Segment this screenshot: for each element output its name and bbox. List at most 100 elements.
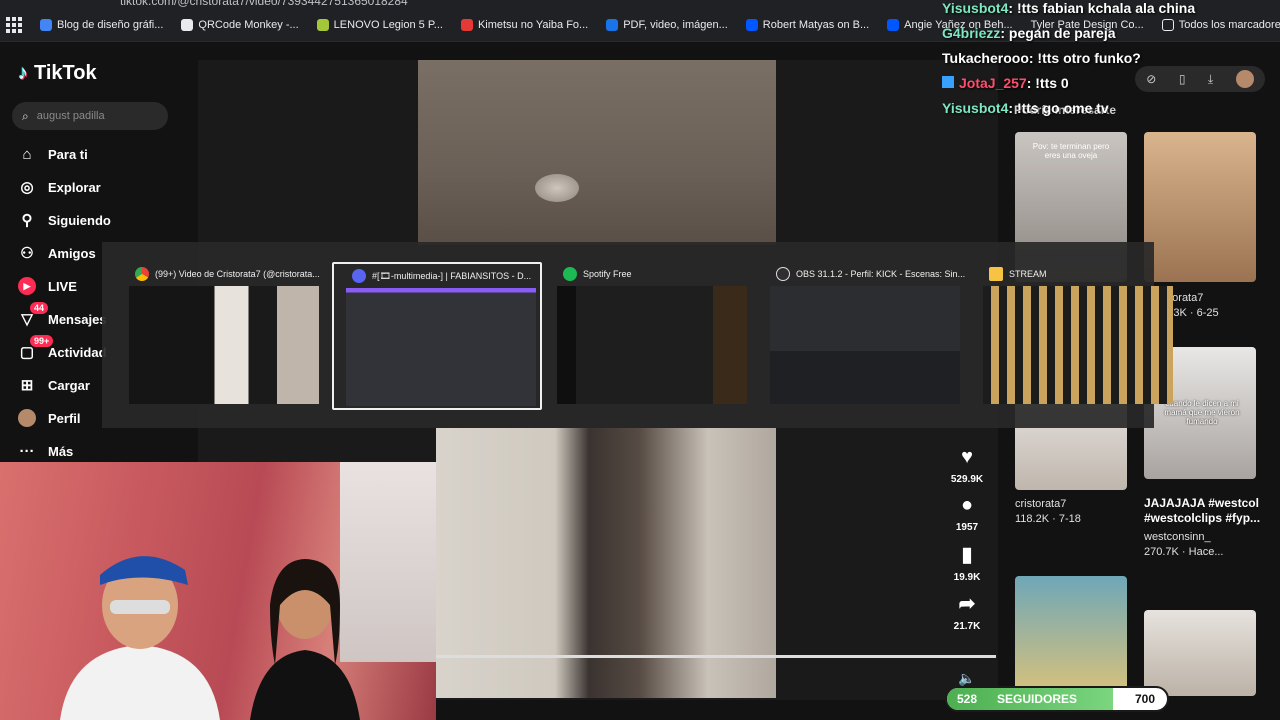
search-input[interactable]: ⌕ august padilla — [12, 102, 168, 130]
ceiling-light — [535, 174, 579, 202]
more-icon: ··· — [19, 442, 35, 460]
switcher-window-title: OBS 31.1.2 - Perfil: KICK - Escenas: Sin… — [776, 267, 965, 281]
bookmark-2[interactable]: LENOVO Legion 5 P... — [316, 18, 443, 31]
nav-mensajes[interactable]: ▽ 44 Mensajes — [18, 302, 107, 331]
comment-icon: ● — [960, 494, 974, 516]
nav-actividad[interactable]: ▢ 99+ Actividad — [18, 335, 107, 364]
discord-icon — [352, 269, 366, 283]
chat-message: Yisusbot4: !tts fabian kchala ala china — [942, 0, 1196, 16]
nav-cargar[interactable]: ⊞ Cargar — [18, 373, 90, 397]
nav-para-ti[interactable]: ⌂ Para ti — [18, 142, 87, 166]
bookmark-favicon-icon — [887, 18, 900, 31]
phone-icon[interactable]: ▯ — [1179, 72, 1186, 86]
friends-icon: ⚇ — [20, 245, 34, 262]
live-icon: ▶ — [18, 277, 36, 295]
thumb-stats: 270.7K · Hace... — [1144, 546, 1224, 558]
profile-avatar-icon[interactable] — [1235, 70, 1254, 88]
comment-button[interactable]: ● 1957 — [946, 494, 988, 533]
home-icon: ⌂ — [22, 145, 32, 163]
bookmark-favicon-icon — [316, 18, 329, 31]
thumb-title[interactable]: JAJAJAJA #westcol #westcolclips #fyp... — [1144, 496, 1274, 526]
chat-message: G4briezz: pegan de pareja — [942, 25, 1116, 41]
apps-grid-icon[interactable] — [6, 16, 22, 33]
switcher-window-title: (99+) Video de Cristorata7 (@cristorata.… — [135, 267, 320, 281]
switcher-window-title: #[🎞-multimedia-] | FABIANSITOS - D... — [352, 269, 531, 283]
tiktok-note-icon: ♪ — [18, 62, 28, 84]
follower-goal: 700 — [1134, 692, 1155, 706]
switcher-window-discord[interactable]: #[🎞-multimedia-] | FABIANSITOS - D... — [332, 262, 542, 410]
follower-label: SEGUIDORES — [997, 692, 1078, 706]
like-button[interactable]: ♥ 529.9K — [946, 446, 988, 485]
address-bar[interactable]: tiktok.com/@cristorata7/video/7393442751… — [120, 0, 540, 8]
video-progress-bar[interactable] — [436, 655, 996, 658]
upload-icon: ⊞ — [20, 377, 34, 394]
bookmark-button[interactable]: ▮ 19.9K — [946, 544, 988, 583]
thumb-overlay-text: Pov: te terminan pero eres una oveja — [1032, 142, 1110, 160]
guest-figure — [250, 559, 360, 720]
bookmark-0[interactable]: Blog de diseño gráfi... — [40, 18, 163, 31]
download-icon[interactable]: ⤓ — [1208, 72, 1213, 87]
switcher-window-spotify[interactable]: Spotify Free — [545, 262, 755, 410]
spotify-icon — [563, 267, 577, 281]
switcher-window-chrome[interactable]: (99+) Video de Cristorata7 (@cristorata.… — [117, 262, 327, 410]
heart-icon: ♥ — [961, 446, 973, 468]
switcher-window-stream-folder[interactable]: STREAM — [971, 262, 1181, 410]
chrome-icon — [135, 267, 149, 281]
activity-badge: 99+ — [30, 335, 54, 347]
switcher-window-title: Spotify Free — [563, 267, 632, 281]
bookmark-favicon-icon — [745, 18, 758, 31]
volume-icon[interactable]: 🔈 — [958, 670, 975, 687]
nav-live[interactable]: ▶ LIVE — [18, 274, 77, 298]
chat-message: Tukacherooo: !tts otro funko? — [942, 50, 1141, 66]
chat-message: Yisusbot4: !tts go ome tv — [942, 100, 1109, 116]
nav-mas[interactable]: ··· Más — [18, 439, 74, 463]
bookmark-icon: ▮ — [961, 544, 973, 566]
following-icon: ⚲ — [21, 212, 33, 229]
bookmark-3[interactable]: Kimetsu no Yaiba Fo... — [460, 18, 588, 31]
nav-amigos[interactable]: ⚇ Amigos — [18, 241, 95, 265]
switcher-window-obs[interactable]: OBS 31.1.2 - Perfil: KICK - Escenas: Sin… — [758, 262, 968, 410]
search-icon: ⌕ — [22, 108, 29, 123]
window-thumbnail — [129, 286, 319, 404]
folder-icon — [1161, 18, 1174, 31]
window-thumbnail — [983, 286, 1173, 404]
thumb-stats: 118.2K · 7-18 — [1015, 513, 1081, 525]
recommended-thumb-5[interactable] — [1144, 610, 1256, 696]
folder-icon — [989, 267, 1003, 281]
bookmark-1[interactable]: QRCode Monkey -... — [181, 18, 299, 31]
nav-explorar[interactable]: ◎ Explorar — [18, 175, 100, 199]
bookmark-favicon-icon — [181, 18, 194, 31]
messages-badge: 44 — [30, 302, 49, 314]
switcher-window-title: STREAM — [989, 267, 1047, 281]
activity-icon: ▢ 99+ — [18, 335, 54, 361]
tiktok-logo[interactable]: ♪ TikTok — [18, 62, 97, 85]
compass-icon[interactable]: ⊘ — [1146, 72, 1156, 86]
avatar-icon — [18, 409, 36, 427]
chat-message: JotaJ_257: !tts 0 — [942, 75, 1069, 91]
obs-icon — [776, 267, 790, 281]
chat-badge-icon — [942, 76, 954, 88]
window-thumbnail — [346, 288, 536, 406]
bookmark-5[interactable]: Robert Matyas on B... — [745, 18, 869, 31]
messages-icon: ▽ 44 — [18, 302, 49, 328]
thumb-author[interactable]: westconsinn_ — [1144, 531, 1211, 543]
bookmark-4[interactable]: PDF, video, imágen... — [606, 18, 728, 31]
thumb-author[interactable]: cristorata7 — [1015, 498, 1066, 510]
share-button[interactable]: ➦ 21.7K — [946, 593, 988, 632]
follower-current: 528 — [957, 692, 978, 706]
window-thumbnail — [770, 286, 960, 404]
video-frame-top — [418, 60, 776, 245]
all-bookmarks[interactable]: Todos los marcadores — [1161, 18, 1280, 31]
nav-perfil[interactable]: Perfil — [18, 406, 81, 430]
compass-icon: ◎ — [20, 179, 34, 196]
nav-siguiendo[interactable]: ⚲ Siguiendo — [18, 208, 111, 232]
bookmark-favicon-icon — [460, 18, 473, 31]
follower-goal-bar: 528 SEGUIDORES 700 — [945, 686, 1169, 712]
bookmark-favicon-icon — [40, 18, 52, 31]
top-right-toolbar: ⊘ ▯ ⤓ — [1135, 66, 1265, 92]
recommended-thumb-1[interactable] — [1144, 132, 1256, 282]
share-icon: ➦ — [958, 593, 976, 615]
bookmark-favicon-icon — [606, 18, 619, 31]
recommended-thumb-4[interactable] — [1015, 576, 1127, 696]
streamer-figure — [60, 556, 220, 720]
